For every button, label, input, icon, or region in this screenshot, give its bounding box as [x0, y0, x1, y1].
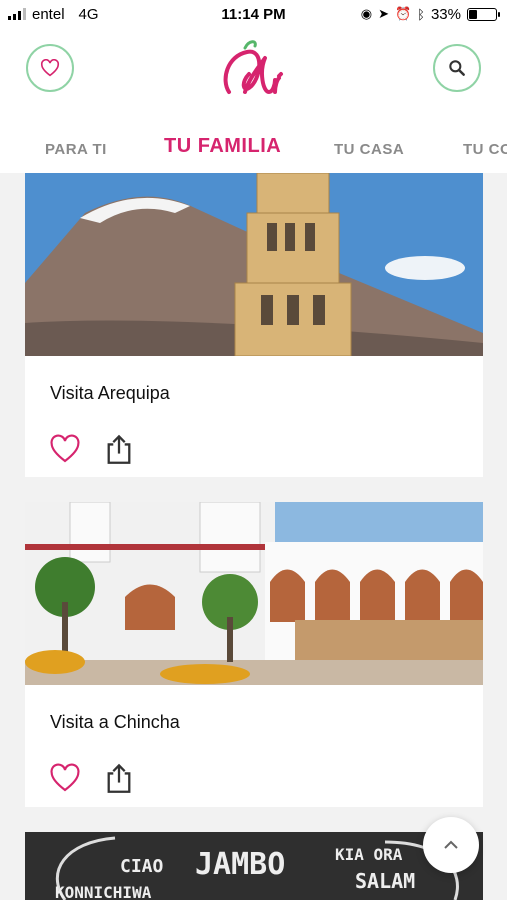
tab-tu-familia[interactable]: TU FAMILIA [164, 128, 281, 164]
app-header: PARA TI TU FAMILIA TU CASA TU CO [0, 28, 507, 173]
tab-tu-casa[interactable]: TU CASA [334, 132, 404, 168]
share-icon [107, 763, 131, 793]
app-logo[interactable] [215, 34, 295, 104]
card-title[interactable]: Visita Arequipa [50, 383, 170, 404]
word-kia-ora: KIA ORA [335, 845, 403, 864]
search-button[interactable] [433, 44, 481, 92]
tab-para-ti[interactable]: PARA TI [45, 132, 107, 168]
location-icon: ➤ [378, 6, 389, 21]
bluetooth-icon: ᛒ [417, 6, 425, 22]
chincha-image[interactable] [25, 502, 483, 685]
like-button[interactable] [49, 433, 81, 465]
status-bar: entel 4G 11:14 PM ◉ ➤ ⏰ ᛒ 33% [0, 0, 507, 28]
share-button[interactable] [103, 433, 135, 465]
card-languages[interactable]: CIAO JAMBO KIA ORA SALAM KONNICHIWA [25, 832, 483, 900]
alarm-icon: ⏰ [394, 6, 412, 21]
like-button[interactable] [49, 762, 81, 794]
scroll-top-button[interactable] [423, 817, 479, 873]
share-icon [107, 434, 131, 464]
tab-tu-co[interactable]: TU CO [463, 132, 507, 168]
battery-fill [469, 9, 478, 19]
battery-percent: 33% [430, 5, 461, 23]
word-jambo: JAMBO [195, 847, 285, 882]
arequipa-image[interactable] [25, 173, 483, 356]
card-arequipa[interactable]: Visita Arequipa [25, 173, 483, 477]
card-actions [49, 433, 135, 465]
word-konnichiwa: KONNICHIWA [55, 883, 152, 900]
search-icon [449, 60, 465, 76]
card-title[interactable]: Visita a Chincha [50, 712, 180, 733]
word-salam: SALAM [355, 869, 415, 893]
lock-rotation-icon: ◉ [360, 6, 373, 21]
battery-icon [467, 7, 500, 21]
share-button[interactable] [103, 762, 135, 794]
favorites-button[interactable] [26, 44, 74, 92]
category-tabs: PARA TI TU FAMILIA TU CASA TU CO [0, 128, 507, 168]
chevron-up-icon [444, 840, 458, 849]
heart-icon [40, 59, 60, 77]
word-ciao: CIAO [120, 856, 164, 877]
heart-icon [50, 763, 80, 792]
card-actions [49, 762, 135, 794]
heart-icon [50, 434, 80, 463]
chalkboard-image[interactable]: CIAO JAMBO KIA ORA SALAM KONNICHIWA [25, 832, 483, 900]
status-right: ◉ ➤ ⏰ ᛒ 33% [360, 5, 500, 23]
card-chincha[interactable]: Visita a Chincha [25, 502, 483, 807]
